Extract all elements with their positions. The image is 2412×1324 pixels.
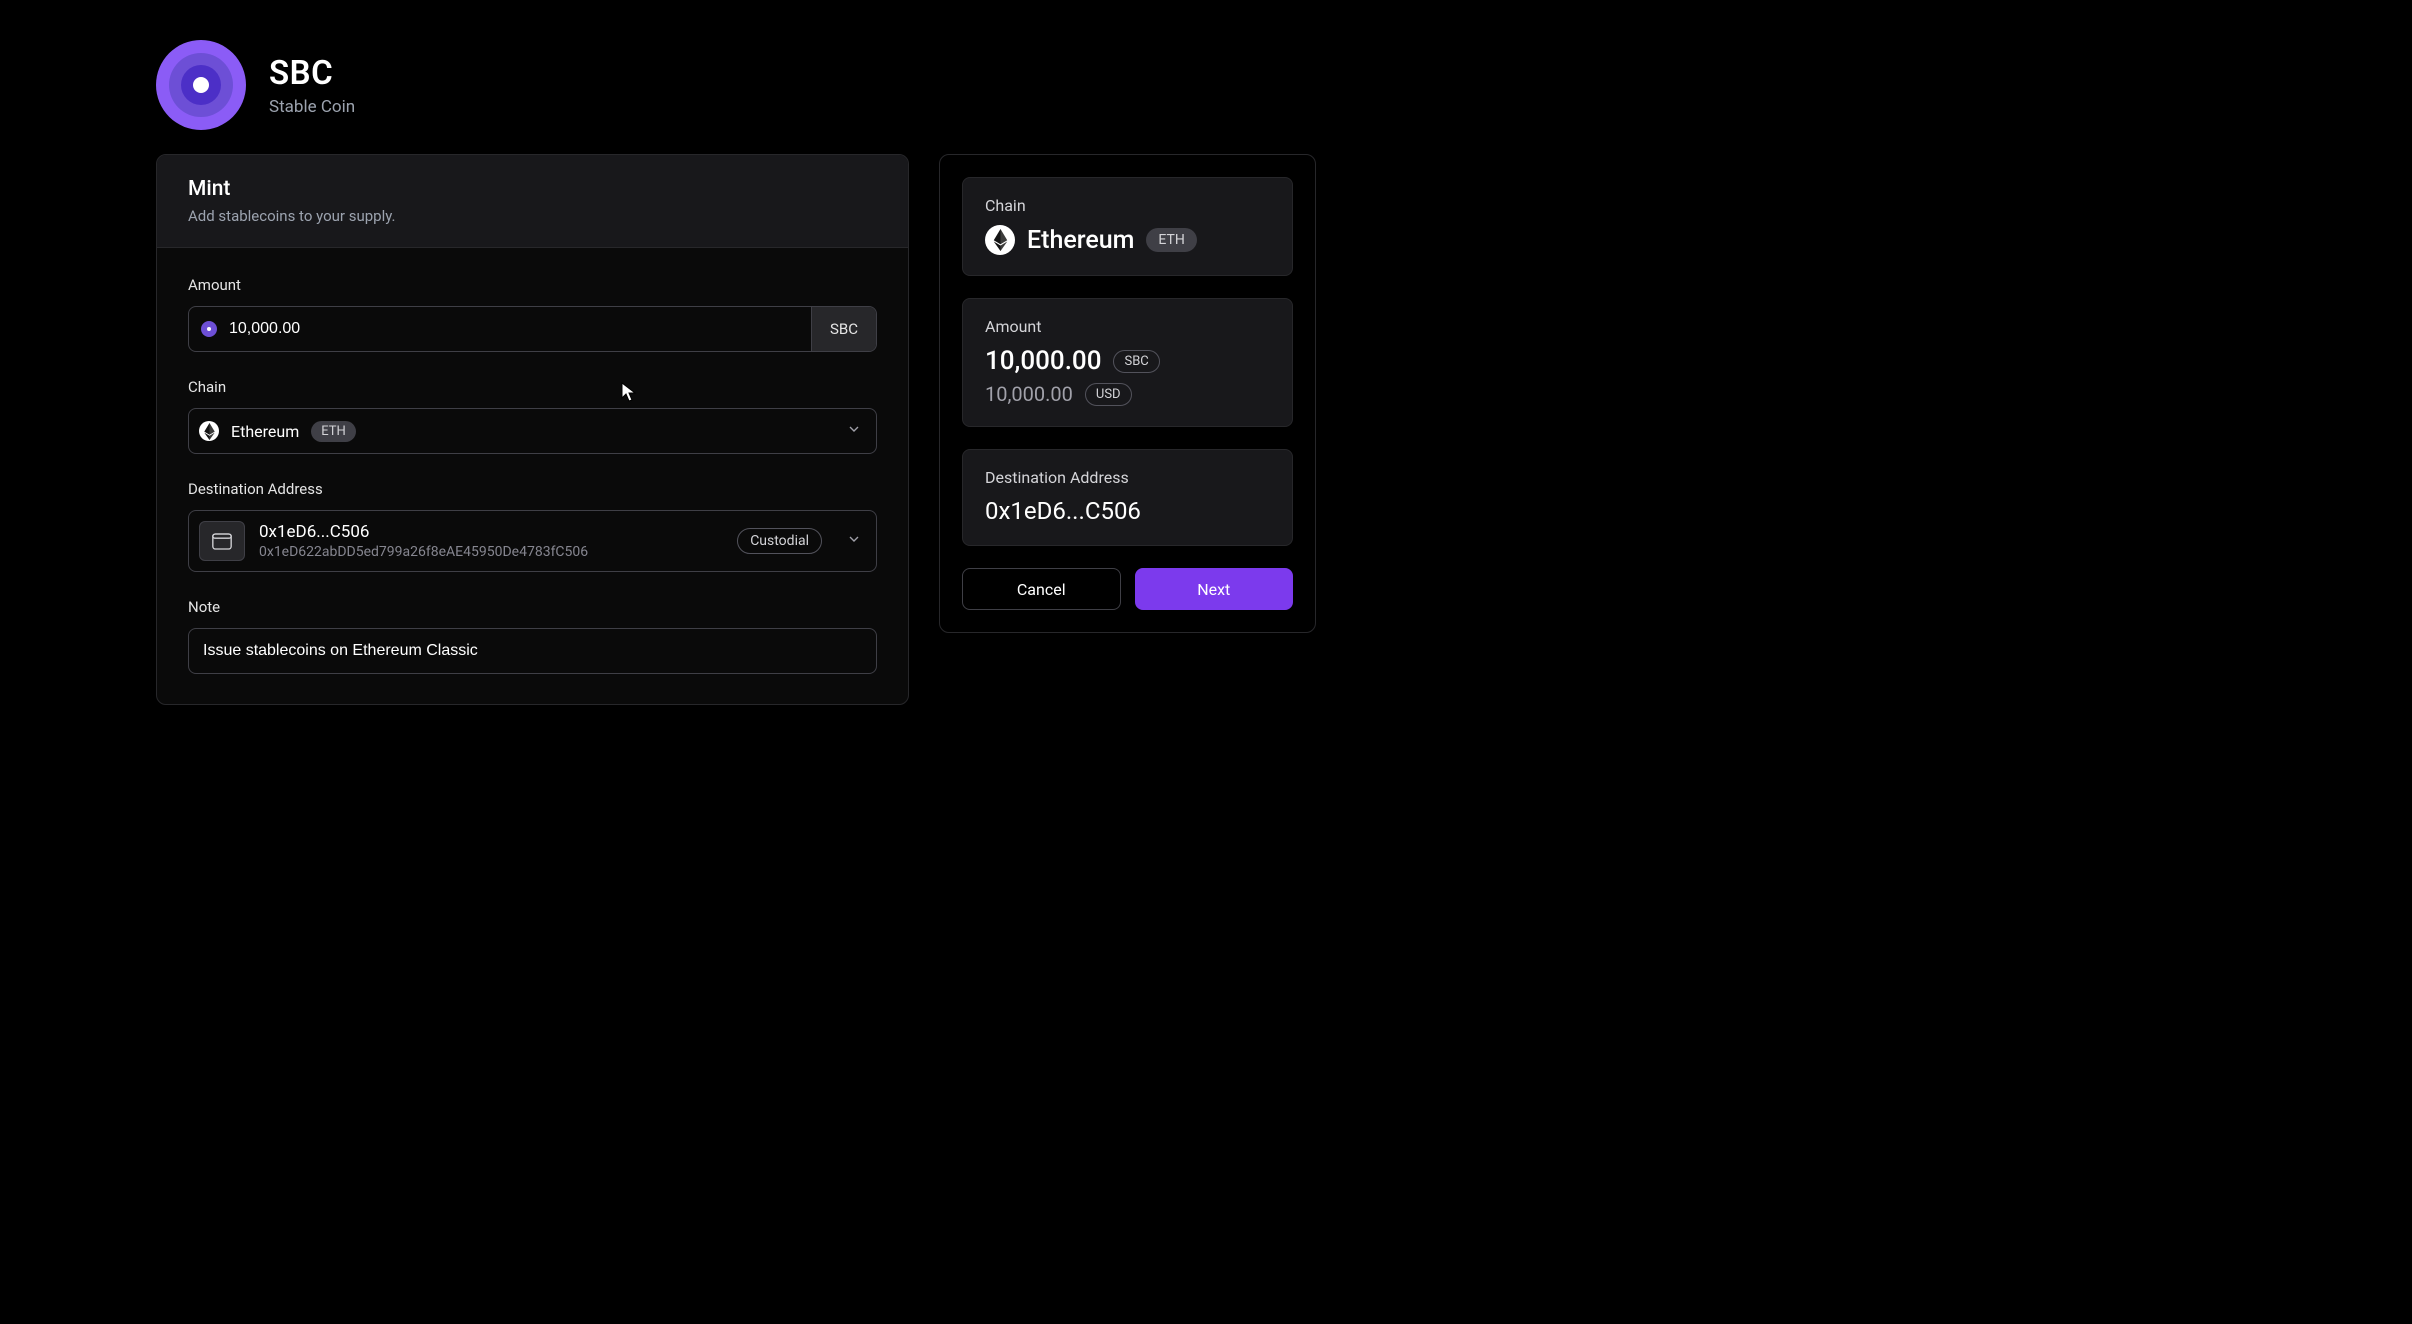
amount-label: Amount	[188, 276, 877, 294]
summary-destination-card: Destination Address 0x1eD6...C506	[962, 449, 1293, 546]
chain-selected-name: Ethereum	[231, 422, 299, 441]
cancel-button[interactable]: Cancel	[962, 568, 1121, 610]
chain-select[interactable]: Ethereum ETH	[188, 408, 877, 454]
chevron-down-icon	[846, 531, 862, 551]
ethereum-icon	[985, 225, 1015, 255]
destination-type-badge: Custodial	[737, 528, 822, 554]
chain-symbol-badge: ETH	[311, 421, 356, 442]
destination-field: Destination Address 0x1eD6...C506 0x1eD6…	[188, 480, 877, 572]
note-input[interactable]	[188, 628, 877, 674]
destination-label: Destination Address	[188, 480, 877, 498]
summary-destination-address: 0x1eD6...C506	[985, 497, 1270, 525]
mint-title: Mint	[188, 177, 877, 201]
note-label: Note	[188, 598, 877, 616]
summary-amount-primary: 10,000.00	[985, 346, 1101, 376]
summary-amount-primary-unit: SBC	[1113, 350, 1159, 373]
destination-select[interactable]: 0x1eD6...C506 0x1eD622abDD5ed799a26f8eAE…	[188, 510, 877, 572]
mint-form-panel: Mint Add stablecoins to your supply. Amo…	[156, 154, 909, 705]
wallet-icon	[199, 521, 245, 561]
amount-field: Amount SBC	[188, 276, 877, 352]
summary-amount-secondary: 10,000.00	[985, 382, 1073, 406]
mint-panel-header: Mint Add stablecoins to your supply.	[157, 155, 908, 248]
summary-amount-label: Amount	[985, 317, 1270, 336]
note-field: Note	[188, 598, 877, 674]
chain-field: Chain Ethereum ETH	[188, 378, 877, 454]
destination-short-address: 0x1eD6...C506	[259, 522, 588, 542]
summary-panel: Chain Ethereum ETH Amount 10,000.00 SBC …	[939, 154, 1316, 633]
mint-subtitle: Add stablecoins to your supply.	[188, 207, 877, 225]
summary-amount-card: Amount 10,000.00 SBC 10,000.00 USD	[962, 298, 1293, 427]
summary-chain-label: Chain	[985, 196, 1270, 215]
summary-chain-symbol-badge: ETH	[1146, 228, 1196, 252]
summary-chain-card: Chain Ethereum ETH	[962, 177, 1293, 276]
chevron-down-icon	[846, 421, 862, 441]
summary-amount-secondary-unit: USD	[1085, 383, 1132, 406]
summary-chain-name: Ethereum	[1027, 226, 1134, 255]
next-button[interactable]: Next	[1135, 568, 1294, 610]
amount-unit-badge: SBC	[811, 307, 876, 351]
token-name: Stable Coin	[269, 97, 355, 117]
page-header: SBC Stable Coin	[156, 40, 2256, 130]
ethereum-icon	[199, 421, 219, 441]
token-symbol: SBC	[269, 54, 355, 93]
token-logo-icon	[156, 40, 246, 130]
amount-input[interactable]	[217, 307, 811, 351]
destination-full-address: 0x1eD622abDD5ed799a26f8eAE45950De4783fC5…	[259, 544, 588, 560]
chain-label: Chain	[188, 378, 877, 396]
amount-token-icon	[189, 307, 217, 351]
summary-destination-label: Destination Address	[985, 468, 1270, 487]
